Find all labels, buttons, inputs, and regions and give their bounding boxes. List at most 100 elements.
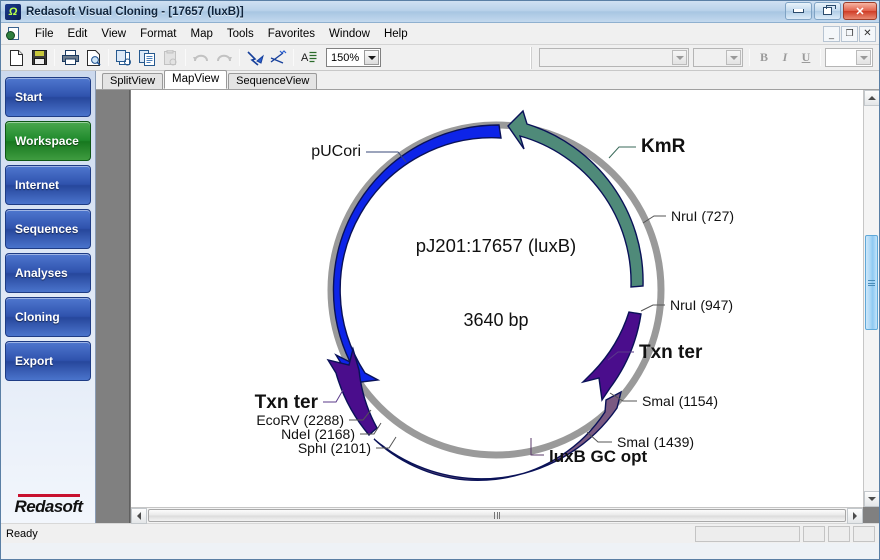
print-preview-button[interactable] xyxy=(82,47,104,69)
close-button[interactable]: ✕ xyxy=(843,2,877,20)
document-icon xyxy=(6,26,22,42)
sidebar-label-analyses: Analyses xyxy=(15,266,68,280)
logo-text: Redasoft xyxy=(14,497,84,516)
chevron-up-icon xyxy=(868,96,876,100)
scroll-right-button[interactable] xyxy=(847,508,863,524)
menu-view[interactable]: View xyxy=(94,25,133,43)
minimize-icon xyxy=(793,9,804,13)
plasmid-name-label: pJ201:17657 (luxB) xyxy=(416,235,576,256)
feature-arc-luxB[interactable] xyxy=(373,390,623,481)
font-size-combobox[interactable] xyxy=(693,48,743,67)
window-controls: ✕ xyxy=(785,2,877,20)
print-button[interactable] xyxy=(59,47,81,69)
app-icon: Ω xyxy=(5,3,21,20)
sidebar-item-workspace[interactable]: Workspace xyxy=(5,121,91,161)
sidebar-label-workspace: Workspace xyxy=(15,134,79,148)
chevron-down-icon xyxy=(868,497,876,501)
vertical-scroll-thumb[interactable] xyxy=(865,235,878,330)
menu-file[interactable]: File xyxy=(28,25,61,43)
mdi-restore-button[interactable]: ❐ xyxy=(841,25,858,42)
select-tool-button[interactable] xyxy=(244,47,266,69)
sidebar-label-internet: Internet xyxy=(15,178,60,192)
leader-line-txn-ter-left xyxy=(323,389,344,403)
sidebar-item-internet[interactable]: Internet xyxy=(5,165,91,205)
sidebar-item-analyses[interactable]: Analyses xyxy=(5,253,91,293)
menu-window[interactable]: Window xyxy=(322,25,377,43)
toolbar: A 150% B I U xyxy=(1,45,879,71)
plasmid-map-svg: pJ201:17657 (luxB) 3640 bp pUCori KmR Tx… xyxy=(255,109,734,481)
copy-button[interactable] xyxy=(136,47,158,69)
menu-help[interactable]: Help xyxy=(377,25,415,43)
scroll-up-button[interactable] xyxy=(864,90,879,106)
cut-button[interactable] xyxy=(113,47,135,69)
mdi-window-controls: _ ❐ ✕ xyxy=(823,25,879,42)
zoom-level-combobox[interactable]: 150% xyxy=(326,48,381,67)
chevron-left-icon xyxy=(137,512,141,520)
plasmid-map-canvas[interactable]: pJ201:17657 (luxB) 3640 bp pUCori KmR Tx… xyxy=(131,90,863,507)
paste-button xyxy=(159,47,181,69)
site-label-ecorv-2288: EcoRV (2288) xyxy=(256,412,344,428)
horizontal-scrollbar[interactable] xyxy=(131,507,863,524)
scissors-button[interactable] xyxy=(267,47,289,69)
sidebar-item-start[interactable]: Start xyxy=(5,77,91,117)
maximize-button[interactable] xyxy=(814,2,841,20)
menu-map[interactable]: Map xyxy=(184,25,220,43)
scroll-down-button[interactable] xyxy=(864,491,879,507)
text-color-combobox[interactable] xyxy=(825,48,873,67)
vertical-scrollbar[interactable] xyxy=(863,90,879,507)
canvas-gutter xyxy=(96,90,130,523)
italic-button[interactable]: I xyxy=(775,48,795,68)
text-properties-button[interactable]: A xyxy=(298,47,320,69)
feature-arc-KmR[interactable] xyxy=(507,109,644,288)
feature-label-pUCori: pUCori xyxy=(311,143,361,160)
redasoft-logo: Redasoft xyxy=(1,494,96,517)
underline-button[interactable]: U xyxy=(796,48,816,68)
sidebar-item-export[interactable]: Export xyxy=(5,341,91,381)
sidebar-item-sequences[interactable]: Sequences xyxy=(5,209,91,249)
font-name-combobox[interactable] xyxy=(539,48,689,67)
feature-label-KmR: KmR xyxy=(641,136,686,157)
feature-label-txn-ter-left: Txn ter xyxy=(255,392,319,413)
plasmid-size-label: 3640 bp xyxy=(463,310,528,330)
horizontal-scroll-thumb[interactable] xyxy=(148,509,846,522)
undo-button xyxy=(190,47,212,69)
menu-tools[interactable]: Tools xyxy=(220,25,261,43)
site-label-nrui-727: NruI (727) xyxy=(671,208,734,224)
save-button[interactable] xyxy=(28,47,50,69)
sidebar: Start Workspace Internet Sequences Analy… xyxy=(1,71,96,523)
scroll-left-button[interactable] xyxy=(131,508,147,524)
tab-split-view[interactable]: SplitView xyxy=(102,73,164,89)
main-body: Start Workspace Internet Sequences Analy… xyxy=(1,70,879,524)
leader-line-KmR xyxy=(608,146,636,159)
sidebar-label-sequences: Sequences xyxy=(15,222,79,236)
feature-label-txn-ter-right: Txn ter xyxy=(639,342,703,363)
status-panel-1 xyxy=(695,525,800,542)
restore-icon xyxy=(823,5,836,15)
menu-bar: File Edit View Format Map Tools Favorite… xyxy=(1,23,879,45)
mdi-close-button[interactable]: ✕ xyxy=(859,25,876,42)
new-document-button[interactable] xyxy=(5,47,27,69)
tab-map-view[interactable]: MapView xyxy=(164,70,228,89)
tab-sequence-view[interactable]: SequenceView xyxy=(228,73,318,89)
font-name-dropdown-arrow-icon[interactable] xyxy=(672,50,687,65)
menu-format[interactable]: Format xyxy=(133,25,183,43)
title-bar: Ω Redasoft Visual Cloning - [17657 (luxB… xyxy=(1,1,879,23)
scroll-grip-icon xyxy=(494,512,500,519)
sidebar-label-cloning: Cloning xyxy=(15,310,60,324)
menu-favorites[interactable]: Favorites xyxy=(261,25,322,43)
window-title: Redasoft Visual Cloning - [17657 (luxB)] xyxy=(26,5,244,18)
sidebar-item-cloning[interactable]: Cloning xyxy=(5,297,91,337)
sidebar-label-export: Export xyxy=(15,354,54,368)
text-color-dropdown-arrow-icon[interactable] xyxy=(856,50,871,65)
menu-edit[interactable]: Edit xyxy=(61,25,95,43)
zoom-dropdown-arrow-icon[interactable] xyxy=(364,50,379,65)
font-size-dropdown-arrow-icon[interactable] xyxy=(726,50,741,65)
bold-button[interactable]: B xyxy=(754,48,774,68)
svg-text:A: A xyxy=(301,52,309,64)
mdi-minimize-button[interactable]: _ xyxy=(823,25,840,42)
status-message: Ready xyxy=(6,527,38,540)
minimize-button[interactable] xyxy=(785,2,812,20)
zoom-level-value: 150% xyxy=(331,51,360,64)
canvas-container: pJ201:17657 (luxB) 3640 bp pUCori KmR Tx… xyxy=(96,90,879,524)
status-panel-4 xyxy=(853,525,875,542)
